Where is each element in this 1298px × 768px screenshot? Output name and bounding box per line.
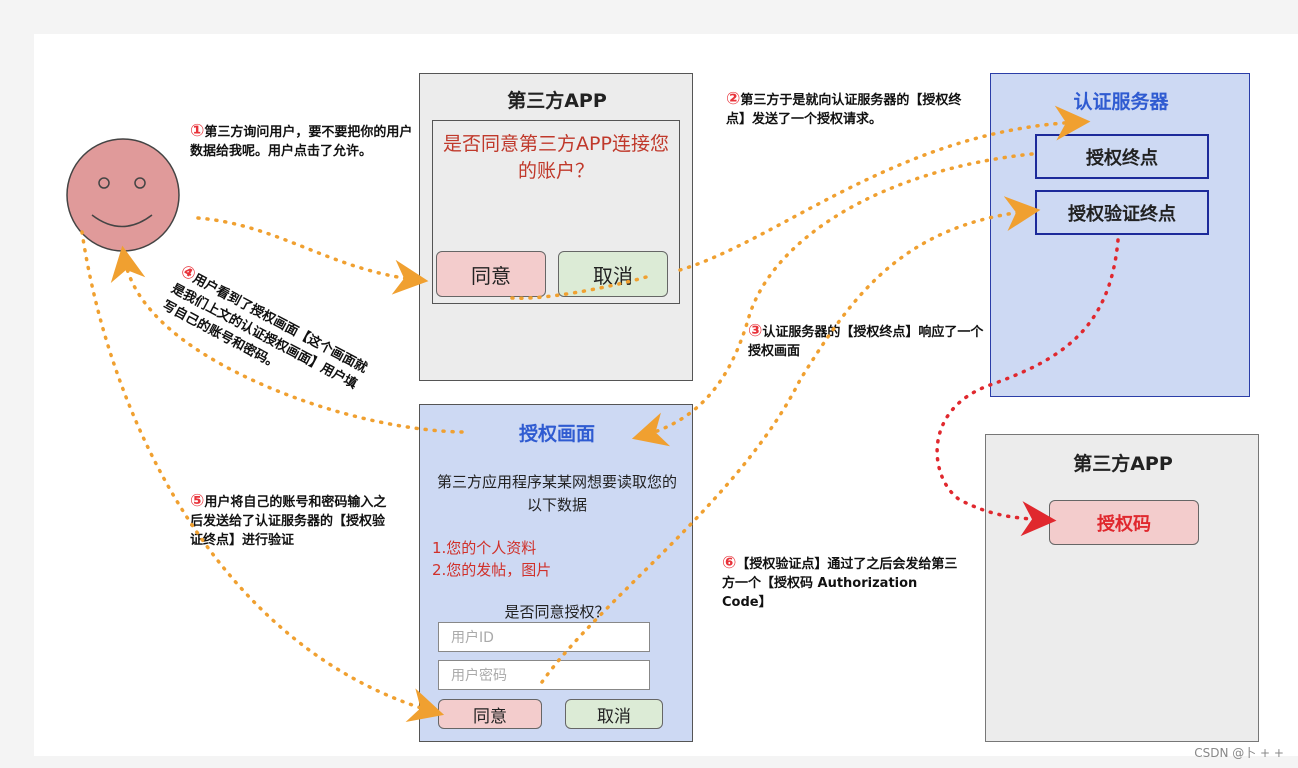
- arrow-step-5: [80, 230, 445, 722]
- arrow-step-4: [110, 245, 464, 434]
- arrow-step-6: [935, 238, 1120, 537]
- arrow-step-5b: [540, 196, 1041, 684]
- arrow-from-agree: [510, 274, 652, 301]
- arrow-step-2: [678, 105, 1091, 272]
- watermark: CSDN @卜 + +: [1194, 746, 1284, 760]
- arrow-step-1: [196, 216, 429, 295]
- flow-arrows: [80, 105, 1120, 722]
